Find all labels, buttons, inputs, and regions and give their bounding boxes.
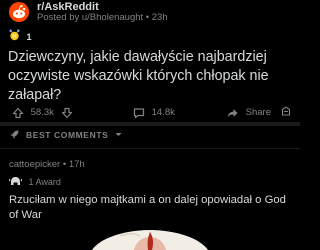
chevron-down-icon <box>115 133 122 137</box>
post-header: r/AskReddit Posted by u/Bholenaught • 23… <box>0 0 300 26</box>
comment-award-label: 1 Award <box>28 176 61 187</box>
post-award-badge[interactable]: 1 <box>8 28 31 42</box>
sort-divider <box>0 148 300 149</box>
share-label: Share <box>245 107 271 118</box>
rocket-icon <box>10 130 19 139</box>
share-button[interactable]: Share <box>226 104 271 122</box>
sort-label: BEST COMMENTS <box>25 129 109 140</box>
comment-sort-dropdown[interactable]: BEST COMMENTS <box>9 129 123 143</box>
comment-count: 14.8k <box>151 107 175 118</box>
more-options[interactable] <box>281 104 291 122</box>
section-divider <box>0 122 300 126</box>
comment-bubble-icon <box>133 108 145 119</box>
share-arrow-icon <box>227 109 238 118</box>
post-title[interactable]: Dziewczyny, jakie dawałyście najbardziej… <box>8 48 296 105</box>
reddit-snoo-icon[interactable] <box>9 2 29 22</box>
comment-meta[interactable]: cattoepicker • 17h <box>9 159 85 170</box>
award-icon <box>8 28 21 46</box>
more-icon <box>281 106 291 117</box>
comment-body: Rzuciłam w niego majtkami a on dalej opo… <box>9 194 286 221</box>
helmet-award-icon <box>8 177 23 186</box>
comment-image[interactable] <box>0 230 300 250</box>
vote-control: 58.3k <box>12 104 73 122</box>
upvote-count: 58.3k <box>30 107 54 118</box>
post-meta: Posted by u/Bholenaught • 23h <box>37 12 168 23</box>
downvote-arrow-icon[interactable] <box>61 107 73 119</box>
comments-button[interactable]: 14.8k <box>133 104 175 122</box>
comment-award-badge[interactable]: 1 Award <box>8 176 61 188</box>
upvote-arrow-icon[interactable] <box>12 107 24 119</box>
post-action-bar: 58.3k 14.8k Share <box>0 104 300 122</box>
award-count: 1 <box>26 32 32 42</box>
